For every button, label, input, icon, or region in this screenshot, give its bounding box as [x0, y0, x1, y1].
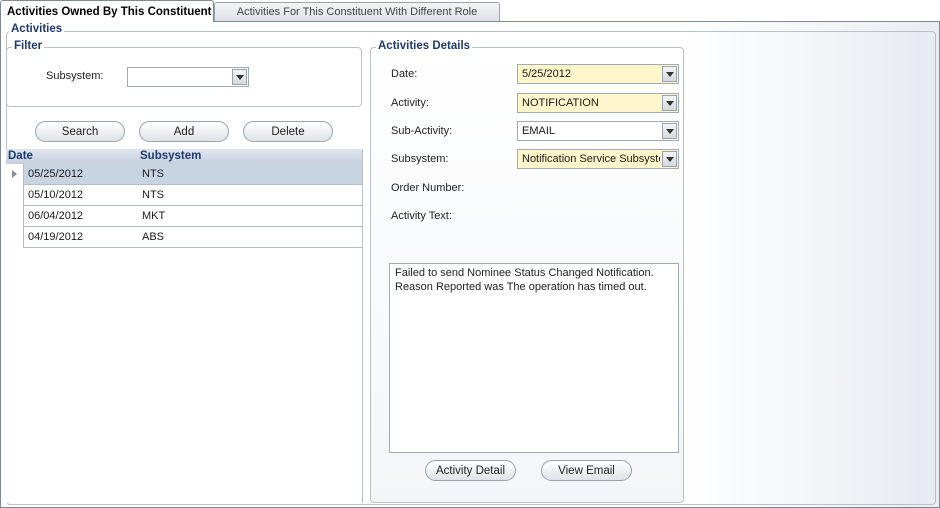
activities-grid: Date Subsystem 05/25/2012 NTS 05/10/2012… [6, 149, 363, 503]
cell-date: 06/04/2012 [28, 210, 84, 222]
tab-strip: Activities For This Constituent With Dif… [0, 0, 940, 22]
details-subsystem-select[interactable]: Notification Service Subsystem [517, 149, 679, 169]
activity-select[interactable]: NOTIFICATION [517, 93, 679, 113]
table-row[interactable]: 05/25/2012 NTS [6, 164, 362, 185]
date-value: 5/25/2012 [522, 68, 571, 80]
order-number-label: Order Number: [391, 182, 465, 194]
cell-subsystem: MKT [142, 210, 166, 222]
column-header-subsystem[interactable]: Subsystem [140, 150, 201, 162]
filter-title: Filter [12, 40, 45, 52]
add-button[interactable]: Add [139, 121, 229, 142]
grid-header: Date Subsystem [6, 149, 362, 164]
table-row[interactable]: 06/04/2012 MKT [6, 206, 362, 227]
table-row[interactable]: 04/19/2012 ABS [6, 227, 362, 248]
date-picker[interactable]: 5/25/2012 [517, 64, 679, 84]
cell-subsystem: ABS [142, 231, 165, 243]
chevron-down-icon[interactable] [662, 66, 677, 82]
filter-subsystem-select[interactable] [127, 67, 249, 87]
row-indicator [6, 164, 24, 185]
activity-text-area[interactable]: Failed to send Nominee Status Changed No… [389, 263, 679, 453]
filter-subsystem-label: Subsystem: [46, 70, 104, 82]
row-indicator [6, 206, 24, 227]
delete-button[interactable]: Delete [243, 121, 333, 142]
date-label: Date: [391, 68, 418, 80]
activity-text-label: Activity Text: [391, 210, 452, 222]
cell-subsystem: NTS [142, 189, 164, 201]
row-pointer-icon [12, 170, 17, 178]
tab-activities-different-role[interactable]: Activities For This Constituent With Dif… [214, 2, 500, 21]
subactivity-select[interactable]: EMAIL [517, 121, 679, 141]
search-button[interactable]: Search [35, 121, 125, 142]
activity-detail-button[interactable]: Activity Detail [425, 460, 516, 481]
tab-activities-owned[interactable]: Activities Owned By This Constituent [0, 0, 214, 22]
column-header-date[interactable]: Date [8, 150, 33, 162]
row-indicator [6, 227, 24, 248]
view-email-button[interactable]: View Email [541, 460, 632, 481]
details-subsystem-label: Subsystem: [391, 153, 449, 165]
details-subsystem-value: Notification Service Subsystem [522, 153, 660, 165]
chevron-down-icon[interactable] [662, 95, 677, 111]
cell-date: 04/19/2012 [28, 231, 84, 243]
chevron-down-icon[interactable] [662, 123, 677, 139]
cell-date: 05/25/2012 [28, 168, 84, 180]
chevron-down-icon[interactable] [232, 69, 247, 85]
chevron-down-icon[interactable] [662, 151, 677, 167]
row-indicator [6, 185, 24, 206]
table-row[interactable]: 05/10/2012 NTS [6, 185, 362, 206]
subactivity-label: Sub-Activity: [391, 125, 453, 137]
activities-title: Activities [9, 23, 65, 35]
cell-date: 05/10/2012 [28, 189, 84, 201]
activity-value: NOTIFICATION [522, 97, 599, 109]
cell-subsystem: NTS [142, 168, 164, 180]
activity-label: Activity: [391, 97, 429, 109]
details-title: Activities Details [376, 40, 473, 52]
subactivity-value: EMAIL [522, 125, 556, 137]
